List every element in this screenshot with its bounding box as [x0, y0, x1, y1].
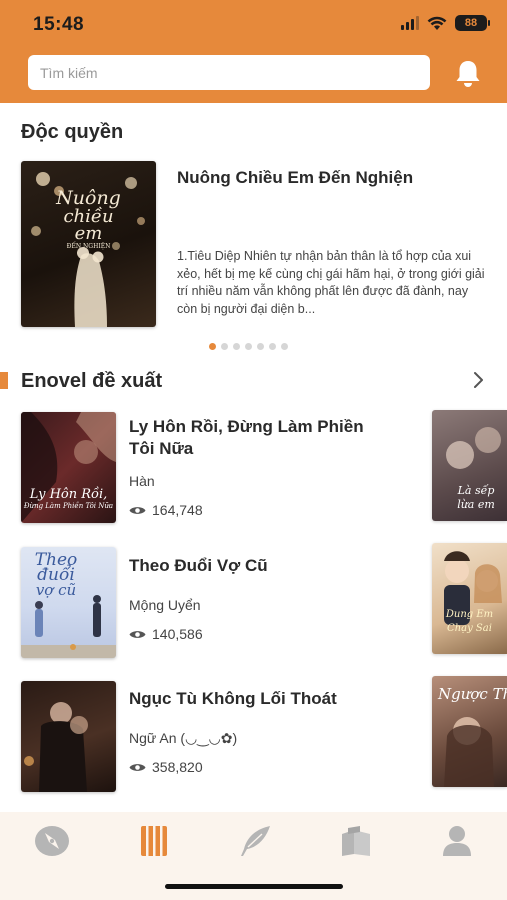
cover-title-line-1: Là sếp	[457, 484, 495, 497]
book-author: Mộng Uyển	[129, 597, 201, 613]
carousel-dot[interactable]	[245, 343, 252, 350]
books-icon	[342, 826, 370, 856]
eye-icon	[129, 506, 146, 514]
featured-book-cover[interactable]: Nuông chiều em ĐẾN NGHIỆN	[21, 161, 156, 327]
wifi-icon	[427, 16, 447, 30]
book-views: 358,820	[129, 759, 203, 775]
cover-art	[24, 702, 88, 792]
tab-write[interactable]	[236, 824, 274, 858]
cover-title-line-1: Ly Hôn Rồi,	[29, 487, 108, 502]
exclusive-section-title: Độc quyền	[21, 121, 124, 143]
book-title[interactable]: Theo Đuổi Vợ Cũ	[129, 555, 389, 577]
side-book-cover[interactable]: Ngược Th	[432, 676, 507, 787]
book-author: Ngữ An (◡‿◡✿)	[129, 730, 238, 746]
featured-book-title[interactable]: Nuông Chiều Em Đến Nghiện	[177, 168, 487, 188]
status-time: 15:48	[33, 14, 85, 35]
view-count: 140,586	[152, 626, 203, 642]
eye-icon	[129, 763, 146, 771]
cover-title-line-2: Chạy Sai	[447, 623, 492, 634]
recommended-section-title: Enovel đề xuất	[21, 370, 163, 392]
cover-title-line-4: ĐẾN NGHIỆN	[66, 243, 111, 250]
search-input[interactable]	[28, 55, 430, 90]
cover-title-line-3: vợ cũ	[35, 581, 77, 599]
view-count: 164,748	[152, 502, 203, 518]
app-header: 15:48 88	[0, 0, 507, 103]
carousel-dot[interactable]	[209, 343, 216, 350]
battery-icon: 88	[455, 15, 490, 31]
book-views: 140,586	[129, 626, 203, 642]
cover-title-line-3: em	[74, 223, 103, 244]
status-icons: 88	[401, 15, 490, 31]
chevron-right-icon[interactable]	[468, 370, 488, 390]
carousel-dot[interactable]	[257, 343, 264, 350]
compass-icon	[35, 826, 69, 856]
cellular-signal-icon	[401, 16, 419, 30]
cover-title-line-2: lừa em	[457, 498, 495, 511]
book-title[interactable]: Ly Hôn Rồi, Đừng Làm Phiền Tôi Nữa	[129, 416, 389, 460]
carousel-indicator	[209, 343, 288, 350]
side-book-cover[interactable]: Dung Em Chạy Sai	[432, 543, 507, 654]
bell-icon[interactable]	[452, 58, 484, 90]
book-views: 164,748	[129, 502, 203, 518]
cover-title-line-1: Ngược Th	[438, 685, 507, 703]
cover-title-line-1: Dung Em	[445, 609, 494, 620]
book-icon	[141, 826, 167, 856]
carousel-dot[interactable]	[281, 343, 288, 350]
side-book-cover[interactable]: Là sếp lừa em	[432, 410, 507, 521]
tab-library[interactable]	[135, 824, 173, 858]
cover-title-line-2: Đừng Làm Phiền Tôi Nữa	[23, 502, 114, 510]
battery-level: 88	[464, 16, 478, 29]
book-cover[interactable]	[21, 681, 116, 792]
section-accent-bar	[0, 372, 8, 389]
book-author: Hàn	[129, 473, 155, 489]
home-indicator	[165, 884, 343, 889]
carousel-dot[interactable]	[221, 343, 228, 350]
cover-art	[444, 551, 502, 625]
user-icon	[443, 826, 471, 856]
tab-discover[interactable]	[33, 824, 71, 858]
carousel-dot[interactable]	[233, 343, 240, 350]
feather-icon	[241, 826, 270, 856]
book-cover[interactable]: Theo đuổi vợ cũ	[21, 547, 116, 658]
featured-book-description: 1.Tiêu Diệp Nhiên tự nhận bản thân là tổ…	[177, 249, 485, 316]
carousel-dot[interactable]	[269, 343, 276, 350]
tab-profile[interactable]	[438, 824, 476, 858]
view-count: 358,820	[152, 759, 203, 775]
eye-icon	[129, 630, 146, 638]
tab-bookshelf[interactable]	[337, 824, 375, 858]
book-cover[interactable]: Ly Hôn Rồi, Đừng Làm Phiền Tôi Nữa	[21, 412, 116, 523]
book-title[interactable]: Ngục Tù Không Lối Thoát	[129, 688, 389, 710]
